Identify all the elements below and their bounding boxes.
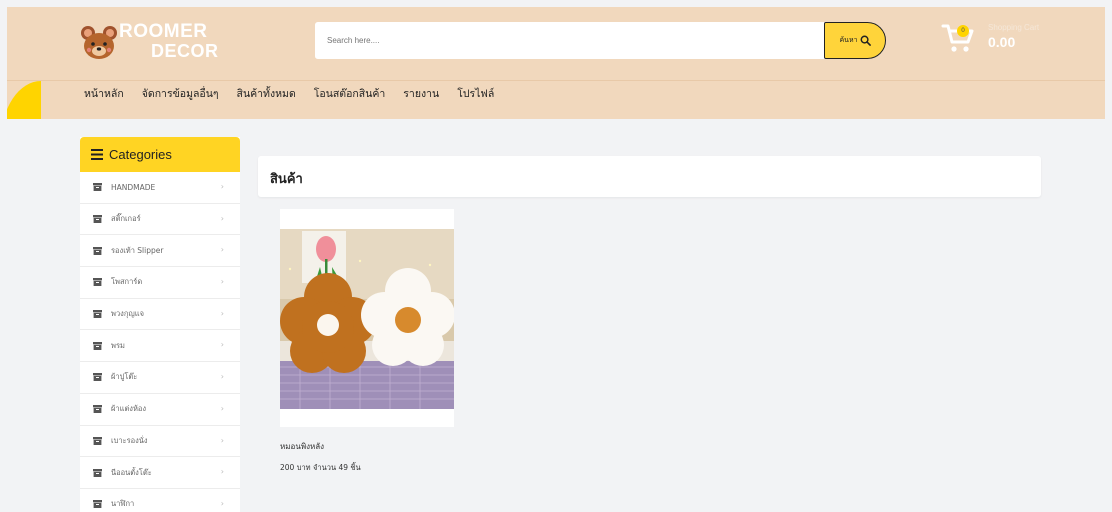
product-price: 200 บาท จำนวน 49 ชิ้น: [280, 463, 361, 472]
site-header: ROOMER DECOR ค้นหา 0 Shopping Cart 0.00 …: [7, 7, 1105, 119]
nav-reports[interactable]: รายงาน: [403, 85, 439, 102]
category-list: HANDMADE › สติ๊กเกอร์ › รองเท้า Slipper › โพสก…: [80, 172, 240, 512]
site-logo[interactable]: ROOMER DECOR: [79, 19, 229, 65]
category-item[interactable]: สติ๊กเกอร์ ›: [80, 204, 240, 236]
search-bar: ค้นหา: [315, 22, 886, 59]
categories-title: Categories: [109, 147, 172, 162]
category-label: พรม: [111, 340, 125, 350]
nav-stock-transfer[interactable]: โอนสต๊อกสินค้า: [314, 85, 386, 102]
category-item[interactable]: เบาะรองนั่ง ›: [80, 426, 240, 458]
brand-name-line2: DECOR: [151, 41, 219, 61]
search-input[interactable]: [315, 22, 815, 59]
category-label: โพสการ์ด: [111, 277, 143, 287]
category-item[interactable]: นีออนตั้งโต๊ะ ›: [80, 457, 240, 489]
archive-box-icon: [93, 341, 102, 350]
page-title: สินค้า: [270, 172, 303, 187]
shopping-cart[interactable]: 0 Shopping Cart 0.00: [941, 22, 1061, 62]
archive-box-icon: [93, 310, 102, 319]
category-label: HANDMADE: [111, 182, 156, 192]
chevron-right-icon: ›: [220, 277, 224, 287]
category-item[interactable]: ผ้าปูโต๊ะ ›: [80, 362, 240, 394]
archive-box-icon: [93, 436, 102, 445]
nav-manage-data[interactable]: จัดการข้อมูลอื่นๆ: [142, 85, 219, 102]
product-name[interactable]: หมอนพิงหลัง: [280, 440, 324, 453]
categories-sidebar: Categories HANDMADE › สติ๊กเกอร์ › รองเท้า S…: [80, 137, 240, 512]
chevron-right-icon: ›: [220, 498, 224, 508]
category-label: รองเท้า Slipper: [111, 245, 164, 255]
cart-count-badge: 0: [957, 25, 969, 37]
category-item[interactable]: รองเท้า Slipper ›: [80, 235, 240, 268]
archive-box-icon: [93, 500, 102, 509]
category-label: นาฬิกา: [111, 499, 135, 509]
category-item[interactable]: โพสการ์ด ›: [80, 267, 240, 299]
category-label: เบาะรองนั่ง: [111, 435, 148, 445]
decorative-wedge: [7, 81, 41, 119]
product-image: [280, 229, 454, 409]
nav-all-products[interactable]: สินค้าทั้งหมด: [237, 85, 296, 102]
chevron-right-icon: ›: [220, 372, 224, 382]
product-card[interactable]: [280, 209, 454, 427]
category-item[interactable]: นาฬิกา ›: [80, 489, 240, 512]
category-label: ผ้าแต่งห้อง: [111, 404, 147, 414]
brand-name-line1: ROOMER: [119, 21, 208, 42]
category-label: นีออนตั้งโต๊ะ: [111, 467, 152, 477]
category-item[interactable]: พวงกุญแจ ›: [80, 299, 240, 331]
cart-total: 0.00: [988, 34, 1016, 50]
search-button-label: ค้นหา: [839, 36, 858, 44]
chevron-right-icon: ›: [220, 308, 224, 318]
archive-box-icon: [93, 405, 102, 414]
category-item[interactable]: HANDMADE ›: [80, 172, 240, 204]
category-label: พวงกุญแจ: [111, 309, 144, 319]
archive-box-icon: [93, 373, 102, 382]
bear-logo-icon: [81, 26, 117, 59]
category-item[interactable]: ผ้าแต่งห้อง ›: [80, 394, 240, 426]
archive-box-icon: [93, 215, 102, 224]
search-icon: [860, 35, 871, 46]
cart-label: Shopping Cart: [988, 23, 1040, 32]
chevron-right-icon: ›: [220, 403, 224, 413]
menu-icon: [91, 149, 103, 160]
category-label: ผ้าปูโต๊ะ: [111, 372, 138, 382]
archive-box-icon: [93, 183, 102, 192]
chevron-right-icon: ›: [220, 182, 224, 191]
category-item[interactable]: พรม ›: [80, 330, 240, 363]
chevron-right-icon: ›: [220, 245, 224, 255]
page-title-bar: สินค้า: [258, 156, 1041, 197]
nav-profile[interactable]: โปรไฟล์: [457, 85, 494, 102]
chevron-right-icon: ›: [220, 467, 224, 477]
chevron-right-icon: ›: [220, 340, 224, 350]
archive-box-icon: [93, 278, 102, 287]
main-nav: หน้าหลัก จัดการข้อมูลอื่นๆ สินค้าทั้งหมด…: [84, 85, 494, 102]
search-button[interactable]: ค้นหา: [824, 22, 886, 59]
chevron-right-icon: ›: [220, 435, 224, 445]
chevron-right-icon: ›: [220, 213, 224, 223]
categories-header: Categories: [80, 137, 240, 172]
nav-home[interactable]: หน้าหลัก: [84, 85, 124, 102]
archive-box-icon: [93, 468, 102, 477]
archive-box-icon: [93, 246, 102, 255]
category-label: สติ๊กเกอร์: [111, 214, 141, 224]
header-divider: [7, 80, 1105, 81]
